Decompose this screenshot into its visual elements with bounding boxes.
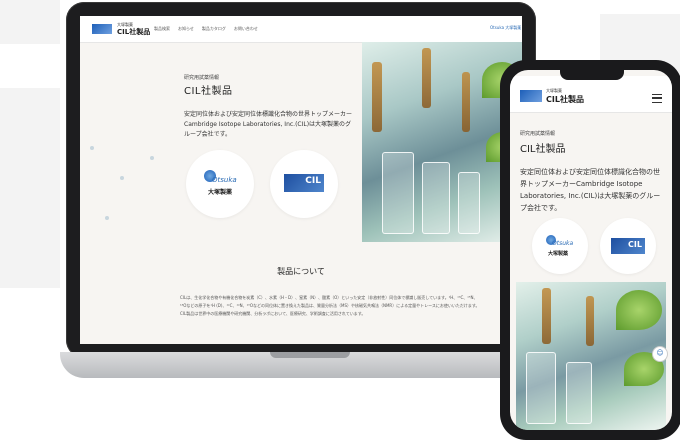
glassware-image [422, 162, 450, 234]
cil-logo-icon[interactable] [520, 90, 542, 102]
network-dot [150, 156, 154, 160]
vial-image [542, 288, 551, 344]
hero-lab-photo [516, 282, 666, 430]
otsuka-logo-en: Otsuka [552, 240, 574, 247]
chat-icon[interactable]: ☺ [652, 346, 668, 362]
otsuka-logo-jp: 大塚製薬 [548, 251, 569, 257]
laptop-notch [270, 352, 350, 358]
cil-logo-text: CIL [628, 240, 642, 249]
leaf-image [616, 290, 662, 330]
cil-logo-badge[interactable]: CIL [270, 150, 338, 218]
hero-sublabel: 研究用試薬情報 [184, 75, 220, 81]
cil-logo: CIL [284, 174, 324, 192]
otsuka-logo-en: Otsuka [212, 176, 237, 184]
hero-sublabel: 研究用試薬情報 [520, 131, 556, 137]
glassware-image [458, 172, 480, 234]
section-body: CILは、生化学化合物や有機化合物を炭素（C）、水素（H・D）、窒素（N）、酸素… [180, 295, 480, 316]
otsuka-logo-jp: 大塚製薬 [208, 189, 233, 196]
hero-description: 安定同位体および安定同位体標識化合物の世界トップメーカーCambridge Is… [184, 111, 353, 138]
nav-item-catalog[interactable]: 製品カタログ [202, 26, 226, 32]
vial-image [586, 296, 594, 346]
laptop-screen: 大塚製薬 CIL社製品 製品検索 お知らせ 製品カタログ お問い合わせ Otsu… [80, 16, 522, 344]
network-dot [90, 146, 94, 150]
hero-title: CIL社製品 [184, 86, 233, 97]
phone-screen: 大塚製薬 CIL社製品 研究用試薬情報 CIL社製品 安定同位体および安定同位体… [510, 70, 672, 430]
hero-lab-photo [362, 42, 522, 242]
partner-logo[interactable]: Otsuka 大塚製薬 [490, 25, 521, 31]
network-dot [120, 176, 124, 180]
otsuka-logo-badge[interactable]: Otsuka 大塚製薬 [186, 150, 254, 218]
network-dot [105, 216, 109, 220]
hero-title: CIL社製品 [520, 144, 566, 155]
vial-image [372, 62, 382, 132]
section-heading: 製品について [277, 267, 325, 276]
nav-item-news[interactable]: お知らせ [178, 26, 194, 32]
vial-image [462, 72, 470, 132]
glassware-image [526, 352, 556, 424]
background-panel [0, 88, 60, 288]
glassware-image [382, 152, 414, 234]
background-panel [0, 0, 60, 44]
otsuka-logo-badge[interactable]: Otsuka 大塚製薬 [532, 218, 588, 274]
cil-logo-badge[interactable]: CIL [600, 218, 656, 274]
site-header: 大塚製薬 CIL社製品 製品検索 お知らせ 製品カタログ お問い合わせ Otsu… [80, 16, 522, 43]
hero-description: 安定同位体および安定同位体標識化合物の世界トップメーカーCambridge Is… [520, 168, 661, 212]
cil-logo: CIL [611, 238, 645, 254]
phone-notch [560, 70, 624, 80]
vial-image [422, 48, 431, 108]
nav-item-contact[interactable]: お問い合わせ [234, 26, 258, 32]
cil-logo-text: CIL [305, 176, 321, 186]
hamburger-menu-icon[interactable] [652, 94, 662, 103]
cil-logo-icon[interactable] [92, 24, 112, 34]
nav-item-product-search[interactable]: 製品検索 [154, 26, 170, 32]
main-nav: 製品検索 お知らせ 製品カタログ お問い合わせ [154, 26, 258, 32]
glassware-image [566, 362, 592, 424]
brand-name[interactable]: CIL社製品 [117, 27, 150, 37]
brand-name[interactable]: CIL社製品 [546, 94, 584, 105]
mobile-header: 大塚製薬 CIL社製品 [510, 76, 672, 113]
